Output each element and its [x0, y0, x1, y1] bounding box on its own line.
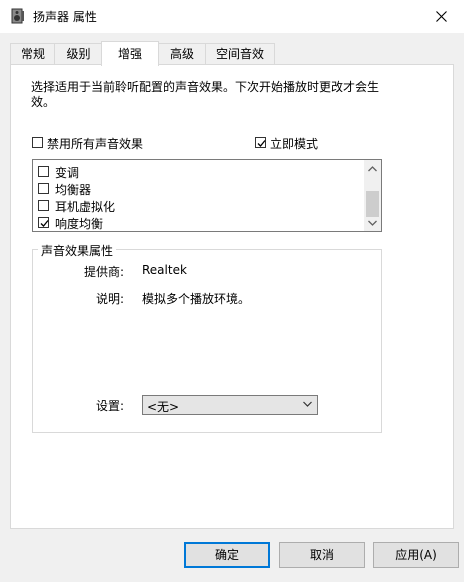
- apply-button[interactable]: 应用(A): [373, 542, 459, 568]
- tab-general[interactable]: 常规: [10, 43, 56, 64]
- immediate-mode-label: 立即模式: [270, 137, 319, 151]
- tab-advanced[interactable]: 高级: [157, 43, 207, 64]
- disable-all-checkbox[interactable]: [32, 137, 43, 148]
- effect-label: 耳机虚拟化: [55, 200, 116, 214]
- disable-all-label: 禁用所有声音效果: [47, 137, 144, 151]
- chevron-down-icon: [368, 220, 377, 226]
- tab-spatial-sound[interactable]: 空间音效: [205, 43, 275, 64]
- effect-label: 均衡器: [55, 183, 92, 197]
- effect-checkbox-loudness-equalization[interactable]: [38, 217, 49, 228]
- chevron-down-icon: [303, 401, 312, 407]
- effect-checkbox-headphone-virtualization[interactable]: [38, 200, 49, 211]
- settings-label: 设置:: [95, 399, 124, 413]
- effect-label: 响度均衡: [55, 217, 104, 231]
- effect-checkbox-equalizer[interactable]: [38, 183, 49, 194]
- group-title: 声音效果属性: [38, 242, 117, 259]
- scroll-down-button[interactable]: [364, 214, 381, 231]
- effects-scrollbar[interactable]: [364, 160, 381, 231]
- effect-label: 变调: [55, 166, 80, 180]
- speaker-icon: [10, 8, 26, 24]
- title-bar: 扬声器 属性: [0, 0, 464, 33]
- window-title: 扬声器 属性: [33, 10, 97, 24]
- description-value: 模拟多个播放环境。: [142, 292, 251, 306]
- immediate-mode-checkbox[interactable]: [255, 137, 266, 148]
- provider-value: Realtek: [142, 263, 187, 277]
- chevron-up-icon: [368, 165, 377, 171]
- ok-button[interactable]: 确定: [184, 542, 270, 568]
- tab-enhancements[interactable]: 增强: [101, 41, 159, 66]
- close-button[interactable]: [418, 0, 464, 33]
- checkmark-icon: [40, 220, 49, 227]
- scroll-up-button[interactable]: [364, 160, 381, 177]
- effects-list[interactable]: 变调 均衡器 耳机虚拟化 响度均衡: [32, 159, 382, 232]
- effect-checkbox-pitch[interactable]: [38, 166, 49, 177]
- settings-select[interactable]: <无>: [142, 395, 318, 415]
- checkmark-icon: [257, 140, 266, 147]
- settings-select-value: <无>: [147, 400, 180, 414]
- tab-levels[interactable]: 级别: [54, 43, 103, 64]
- description-label: 说明:: [95, 292, 124, 306]
- cancel-button[interactable]: 取消: [279, 542, 365, 568]
- enhancements-description: 选择适用于当前聆听配置的声音效果。下次开始播放时更改才会生效。: [31, 80, 380, 109]
- provider-label: 提供商:: [83, 265, 124, 279]
- close-icon: [435, 11, 447, 22]
